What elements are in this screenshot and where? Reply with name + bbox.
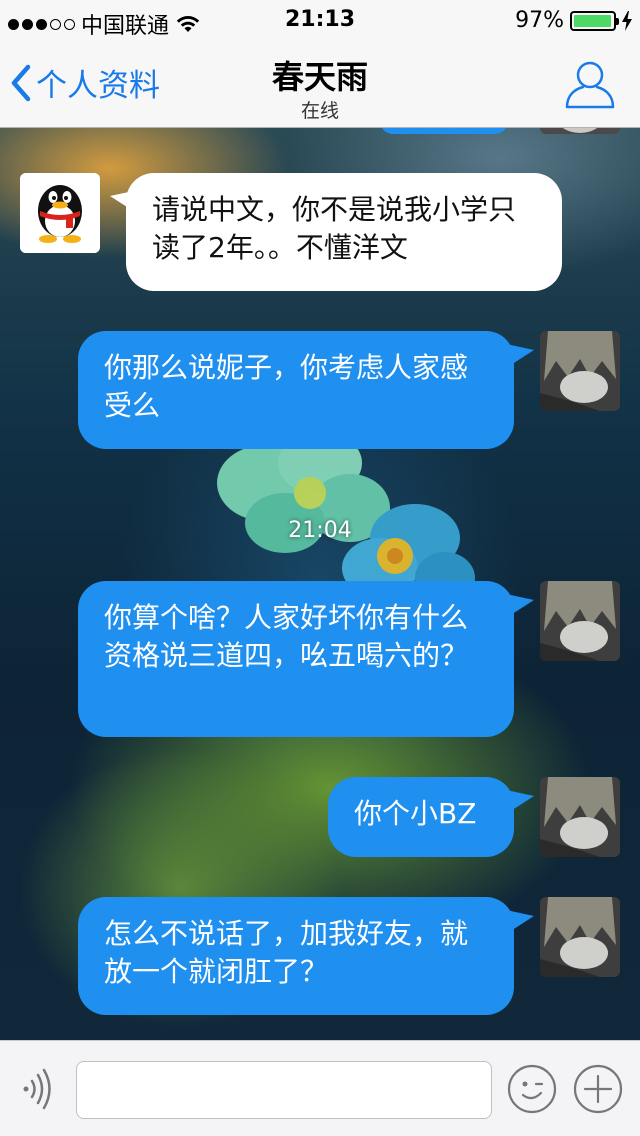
bubble-tail <box>506 790 534 814</box>
previous-message-bubble[interactable] <box>380 128 508 134</box>
my-avatar-image <box>540 581 620 661</box>
message-text: 你算个啥？人家好坏你有什么资格说三道四，吆五喝六的？ <box>104 601 469 672</box>
plus-icon[interactable] <box>572 1063 624 1115</box>
battery-level <box>574 14 611 27</box>
navigation-bar: 个人资料 春天雨 在线 <box>0 40 640 128</box>
bubble-tail <box>506 910 534 934</box>
contact-avatar[interactable] <box>20 173 100 253</box>
my-avatar-image <box>540 777 620 857</box>
battery-icon <box>570 10 619 31</box>
message-text: 请说中文，你不是说我小学只读了2年。。不懂洋文 <box>152 193 517 264</box>
message-text: 怎么不说话了，加我好友，就放一个就闭肛了？ <box>104 917 469 988</box>
message-input[interactable] <box>76 1061 492 1119</box>
online-status: 在线 <box>300 100 339 122</box>
my-avatar[interactable] <box>540 128 620 134</box>
message-bubble-received[interactable]: 请说中文，你不是说我小学只读了2年。。不懂洋文 <box>126 173 562 291</box>
my-avatar[interactable] <box>540 897 620 977</box>
charging-bolt-icon <box>622 10 632 31</box>
penguin-avatar-image <box>20 173 100 253</box>
message-bubble-sent[interactable]: 怎么不说话了，加我好友，就放一个就闭肛了？ <box>78 897 514 1015</box>
chat-area[interactable]: 请说中文，你不是说我小学只读了2年。。不懂洋文 你那么说妮子，你考虑人家感受么 … <box>0 128 640 1040</box>
my-avatar-image <box>540 331 620 411</box>
status-right: 97% <box>515 8 632 33</box>
battery-percent: 97% <box>515 8 564 33</box>
input-bar <box>0 1040 640 1136</box>
my-avatar-image <box>540 897 620 977</box>
voice-icon[interactable] <box>16 1067 60 1111</box>
my-avatar[interactable] <box>540 331 620 411</box>
my-avatar[interactable] <box>540 777 620 857</box>
my-avatar[interactable] <box>540 581 620 661</box>
message-text: 你那么说妮子，你考虑人家感受么 <box>104 351 469 422</box>
bubble-tail <box>506 594 534 618</box>
person-icon[interactable] <box>564 58 616 110</box>
bubble-tail <box>506 344 534 368</box>
status-bar: 中国联通 21:13 97% <box>0 0 640 40</box>
emoji-icon[interactable] <box>506 1063 558 1115</box>
message-bubble-sent[interactable]: 你个小BZ <box>328 777 514 857</box>
my-avatar-image <box>540 128 620 134</box>
message-bubble-sent[interactable]: 你算个啥？人家好坏你有什么资格说三道四，吆五喝六的？ <box>78 581 514 737</box>
message-text: 你个小BZ <box>354 797 477 830</box>
contact-name: 春天雨 <box>271 58 368 96</box>
message-bubble-sent[interactable]: 你那么说妮子，你考虑人家感受么 <box>78 331 514 449</box>
timestamp: 21:04 <box>288 518 352 543</box>
